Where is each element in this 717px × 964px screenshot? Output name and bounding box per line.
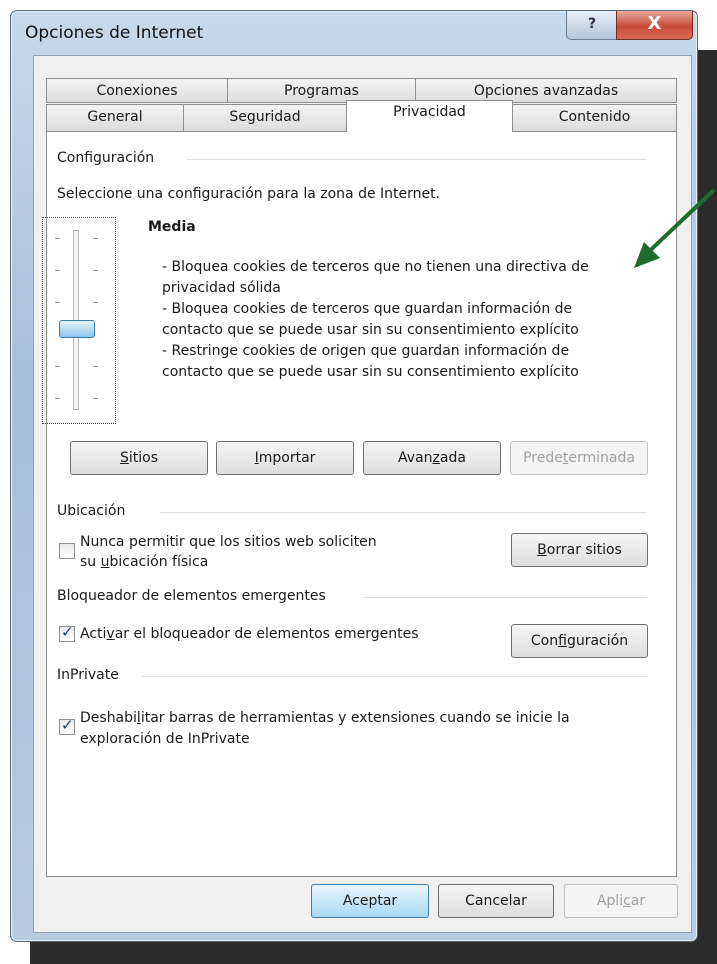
tab-seguridad[interactable]: Seguridad	[183, 104, 347, 132]
slider-tick	[93, 238, 98, 239]
tab-conexiones[interactable]: Conexiones	[46, 78, 228, 103]
slider-tick	[93, 366, 98, 367]
ubicacion-checkbox-label-2: su ubicación física	[80, 554, 209, 570]
close-button[interactable]: X	[616, 11, 693, 40]
predeterminada-button[interactable]: Predeterminada	[510, 441, 648, 475]
bloqueador-checkbox-label: Activar el bloqueador de elementos emerg…	[80, 626, 419, 642]
slider-tick	[55, 238, 60, 239]
annotation-arrow-icon	[634, 188, 716, 268]
sitios-button[interactable]: Sitios	[70, 441, 208, 475]
description-line: contacto que se puede usar sin su consen…	[162, 322, 579, 338]
group-divider	[160, 512, 647, 513]
inprivate-checkbox-label: Deshabilitar barras de herramientas y ex…	[80, 710, 570, 726]
tab-label: Programas	[284, 83, 359, 99]
ubicacion-header: Ubicación	[57, 503, 126, 519]
aplicar-button[interactable]: Aplicar	[564, 884, 678, 918]
instruction-text: Seleccione una configuración para la zon…	[57, 186, 441, 202]
configuracion-button[interactable]: Configuración	[511, 624, 648, 658]
tab-label: Conexiones	[96, 83, 178, 99]
cancelar-button[interactable]: Cancelar	[438, 884, 554, 918]
slider-tick	[55, 398, 60, 399]
group-divider	[187, 159, 647, 160]
inprivate-checkbox[interactable]: ✓	[59, 716, 75, 735]
slider-tick	[55, 270, 60, 271]
help-button[interactable]: ?	[566, 11, 618, 40]
slider-tick	[93, 302, 98, 303]
tab-label: Seguridad	[229, 109, 301, 125]
avanzada-button[interactable]: Avanzada	[363, 441, 501, 475]
privacy-level-slider[interactable]	[42, 217, 116, 424]
ubicacion-checkbox-label: Nunca permitir que los sitios web solici…	[80, 534, 377, 550]
tab-label: Contenido	[558, 109, 631, 125]
tab-label: Privacidad	[393, 104, 466, 120]
tab-label: Opciones avanzadas	[473, 83, 619, 99]
privacy-level-name: Media	[148, 219, 196, 235]
group-divider	[364, 597, 647, 598]
slider-tick	[93, 398, 98, 399]
help-icon: ?	[587, 16, 597, 32]
tab-contenido[interactable]: Contenido	[512, 104, 677, 132]
inprivate-checkbox-label-2: exploración de InPrivate	[80, 731, 250, 747]
bloqueador-checkbox[interactable]: ✓	[59, 623, 75, 642]
description-line: - Bloquea cookies de terceros que no tie…	[162, 259, 589, 275]
description-line: - Restringe cookies de origen que guarda…	[162, 343, 570, 359]
tab-label: General	[87, 109, 143, 125]
tab-general[interactable]: General	[46, 104, 184, 132]
configuracion-header: Configuración	[57, 150, 155, 166]
close-icon: X	[647, 13, 662, 34]
tab-privacidad[interactable]: Privacidad	[346, 100, 513, 132]
window-title: Opciones de Internet	[25, 23, 204, 43]
aceptar-button[interactable]: Aceptar	[311, 884, 429, 918]
checkmark-icon: ✓	[61, 623, 74, 641]
slider-thumb[interactable]	[59, 320, 95, 338]
description-line: privacidad sólida	[162, 280, 281, 296]
slider-tick	[55, 302, 60, 303]
inprivate-header: InPrivate	[57, 667, 119, 683]
bloqueador-header: Bloqueador de elementos emergentes	[57, 588, 326, 604]
group-divider	[142, 676, 647, 677]
checkmark-icon: ✓	[61, 716, 74, 734]
privacy-panel	[46, 131, 677, 877]
ubicacion-checkbox[interactable]	[59, 543, 75, 559]
borrar-sitios-button[interactable]: Borrar sitios	[511, 533, 648, 567]
description-line: - Bloquea cookies de terceros que guarda…	[162, 301, 573, 317]
slider-tick	[55, 366, 60, 367]
slider-tick	[93, 270, 98, 271]
importar-button[interactable]: Importar	[216, 441, 354, 475]
description-line: contacto que se puede usar sin su consen…	[162, 364, 579, 380]
